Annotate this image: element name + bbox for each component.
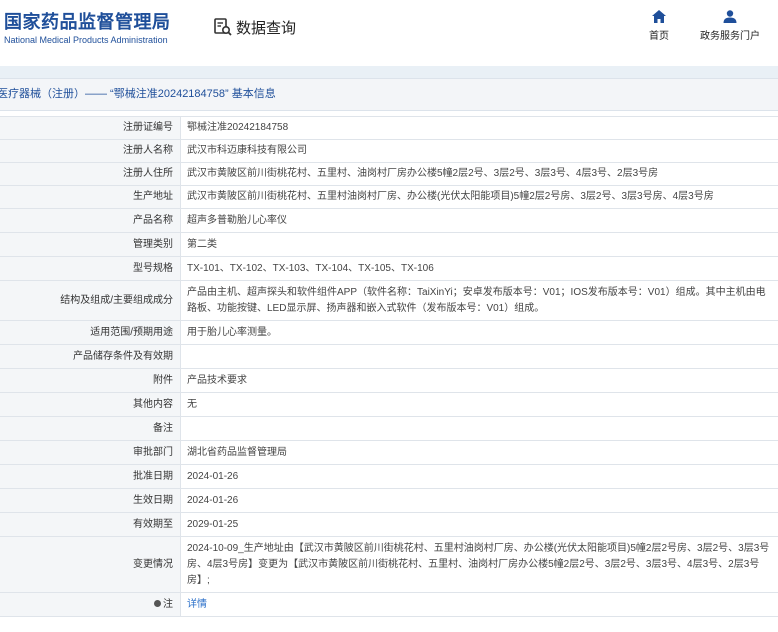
- row-value: 武汉市科迈康科技有限公司: [180, 139, 778, 163]
- row-label: 生产地址: [0, 185, 181, 209]
- row-value: 2024-01-26: [180, 488, 778, 513]
- note-icon: [154, 600, 161, 608]
- row-value: 用于胎儿心率测量。: [180, 320, 778, 345]
- table-row: 管理类别 第二类: [0, 232, 778, 257]
- table-row: 注册证编号 鄂械注准20242184758: [0, 116, 778, 140]
- row-label: 变更情况: [0, 536, 181, 593]
- row-value: 超声多普勒胎儿心率仪: [180, 208, 778, 233]
- row-label: 其他内容: [0, 392, 181, 417]
- row-value: 2029-01-25: [180, 512, 778, 537]
- nav-home[interactable]: 首页: [629, 10, 689, 42]
- row-label: 结构及组成/主要组成成分: [0, 280, 181, 321]
- data-query-label: 数据查询: [236, 19, 297, 37]
- breadcrumb: 医疗器械（注册）—— “鄂械注准20242184758” 基本信息: [0, 78, 778, 111]
- header-divider-band: [0, 66, 778, 78]
- row-label: 备注: [0, 416, 181, 441]
- row-value: 第二类: [180, 232, 778, 257]
- row-value: 产品技术要求: [180, 368, 778, 393]
- site-logo-subtitle: National Medical Products Administration: [4, 35, 168, 45]
- table-row: 结构及组成/主要组成成分 产品由主机、超声探头和软件组件APP（软件名称：Tai…: [0, 280, 778, 321]
- table-row: 生产地址 武汉市黄陂区前川街桃花村、五里村油岗村厂房、办公楼(光伏太阳能项目)5…: [0, 185, 778, 209]
- row-value: 无: [180, 392, 778, 417]
- row-value: 湖北省药品监督管理局: [180, 440, 778, 465]
- home-icon: [652, 10, 666, 23]
- data-query-heading: 数据查询: [213, 15, 296, 39]
- table-row: 注 详情: [0, 592, 778, 617]
- row-label: 批准日期: [0, 464, 181, 489]
- nav-home-label: 首页: [649, 31, 669, 42]
- table-row: 注册人名称 武汉市科迈康科技有限公司: [0, 139, 778, 163]
- row-value: 2024-01-26: [180, 464, 778, 489]
- row-label: 产品储存条件及有效期: [0, 344, 181, 369]
- row-value: 鄂械注准20242184758: [180, 116, 778, 140]
- row-label: 审批部门: [0, 440, 181, 465]
- row-label: 附件: [0, 368, 181, 393]
- row-label: 注册证编号: [0, 116, 181, 140]
- row-value: 产品由主机、超声探头和软件组件APP（软件名称：TaiXinYi；安卓发布版本号…: [180, 280, 778, 321]
- table-row: 产品名称 超声多普勒胎儿心率仪: [0, 208, 778, 233]
- table-row: 产品储存条件及有效期: [0, 344, 778, 369]
- site-logo-title[interactable]: 国家药品监督管理局: [4, 8, 171, 34]
- row-label: 适用范围/预期用途: [0, 320, 181, 345]
- row-label: 管理类别: [0, 232, 181, 257]
- note-label: 注: [163, 598, 173, 610]
- row-label: 注册人住所: [0, 162, 181, 186]
- table-row: 附件 产品技术要求: [0, 368, 778, 393]
- row-label: 注册人名称: [0, 139, 181, 163]
- nav-gov-service[interactable]: 政务服务门户: [699, 10, 761, 42]
- row-value: [180, 416, 778, 441]
- row-value: 武汉市黄陂区前川街桃花村、五里村、油岗村厂房办公楼5幢2层2号、3层2号、3层3…: [180, 162, 778, 186]
- row-label: 有效期至: [0, 512, 181, 537]
- table-row: 变更情况 2024-10-09_生产地址由【武汉市黄陂区前川街桃花村、五里村油岗…: [0, 536, 778, 593]
- details-link[interactable]: 详情: [187, 599, 207, 610]
- row-value: 武汉市黄陂区前川街桃花村、五里村油岗村厂房、办公楼(光伏太阳能项目)5幢2层2号…: [180, 185, 778, 209]
- table-row: 适用范围/预期用途 用于胎儿心率测量。: [0, 320, 778, 345]
- table-row: 其他内容 无: [0, 392, 778, 417]
- document-search-icon: [214, 18, 232, 36]
- row-label: 型号规格: [0, 256, 181, 281]
- table-row: 有效期至 2029-01-25: [0, 512, 778, 537]
- site-header: 国家药品监督管理局 National Medical Products Admi…: [0, 0, 778, 66]
- table-row: 备注: [0, 416, 778, 441]
- row-value: [180, 344, 778, 369]
- note-value-cell: 详情: [180, 592, 778, 617]
- row-label: 生效日期: [0, 488, 181, 513]
- row-value: 2024-10-09_生产地址由【武汉市黄陂区前川街桃花村、五里村油岗村厂房、办…: [180, 536, 778, 593]
- note-label-cell: 注: [0, 592, 181, 617]
- row-value: TX-101、TX-102、TX-103、TX-104、TX-105、TX-10…: [180, 256, 778, 281]
- table-row: 审批部门 湖北省药品监督管理局: [0, 440, 778, 465]
- table-row: 生效日期 2024-01-26: [0, 488, 778, 513]
- table-row: 批准日期 2024-01-26: [0, 464, 778, 489]
- table-row: 注册人住所 武汉市黄陂区前川街桃花村、五里村、油岗村厂房办公楼5幢2层2号、3层…: [0, 162, 778, 186]
- nav-gov-label: 政务服务门户: [700, 31, 760, 42]
- table-row: 型号规格 TX-101、TX-102、TX-103、TX-104、TX-105、…: [0, 256, 778, 281]
- user-icon: [723, 10, 737, 23]
- breadcrumb-text: 医疗器械（注册）—— “鄂械注准20242184758” 基本信息: [0, 88, 276, 100]
- row-label: 产品名称: [0, 208, 181, 233]
- registration-info-table: 注册证编号 鄂械注准20242184758 注册人名称 武汉市科迈康科技有限公司…: [0, 116, 778, 617]
